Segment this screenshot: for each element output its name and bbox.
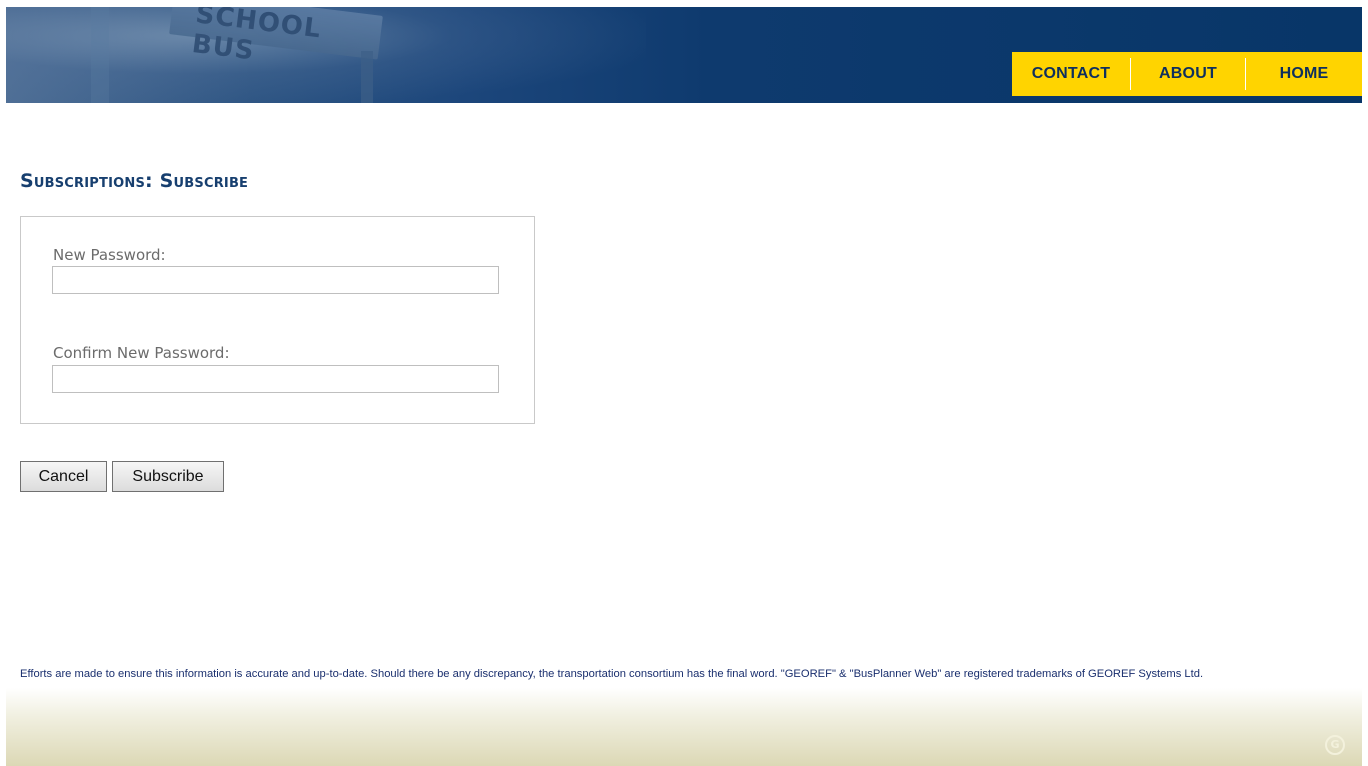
nav-contact-link[interactable]: CONTACT [1012, 65, 1130, 83]
georef-logo-icon: G [1325, 735, 1345, 755]
new-password-label: New Password: [53, 246, 166, 264]
confirm-password-label: Confirm New Password: [53, 344, 230, 362]
confirm-password-input[interactable] [52, 365, 499, 393]
subscription-form: New Password: Confirm New Password: [20, 216, 535, 424]
nav-about-link[interactable]: ABOUT [1131, 65, 1245, 83]
footer-disclaimer: Efforts are made to ensure this informat… [20, 668, 1204, 680]
school-bus-sign-image: SCHOOL BUS [169, 7, 383, 66]
new-password-input[interactable] [52, 266, 499, 294]
nav-home-link[interactable]: HOME [1246, 65, 1362, 83]
subscribe-button[interactable]: Subscribe [112, 461, 224, 492]
top-nav: CONTACT ABOUT HOME [1012, 52, 1362, 96]
page: SCHOOL BUS CONTACT ABOUT HOME Subscripti… [0, 0, 1368, 766]
footer-band [6, 688, 1362, 766]
page-title: Subscriptions: Subscribe [20, 170, 249, 192]
banner-pole [91, 7, 109, 103]
sign-post [361, 51, 373, 103]
cancel-button[interactable]: Cancel [20, 461, 107, 492]
